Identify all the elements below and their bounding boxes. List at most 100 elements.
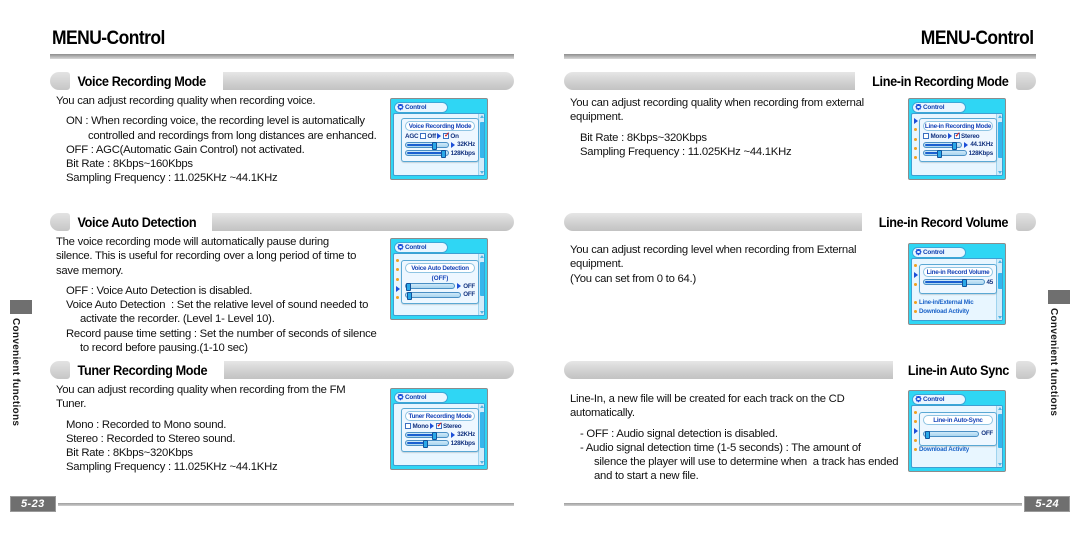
- checkbox-stereo[interactable]: [435, 422, 443, 429]
- lcd-control-tab: Control: [912, 246, 966, 258]
- menu-item-label[interactable]: Line-in/External Mic: [919, 299, 974, 306]
- bullet-icon: [914, 264, 917, 268]
- cursor-icon: [964, 141, 969, 148]
- sync-slider[interactable]: [923, 430, 980, 439]
- side-tab-convenient-functions: Convenient functions: [10, 300, 32, 426]
- chevron-down-icon[interactable]: [479, 311, 484, 314]
- checkbox-mono[interactable]: [923, 133, 929, 139]
- scroll-thumb[interactable]: [479, 122, 484, 158]
- lcd-screenshot-line-in-recording-mode: Control Line-in Recording Mode Mono ✓ St…: [908, 98, 1006, 180]
- bitrate-slider[interactable]: [923, 150, 967, 158]
- body-line: OFF : Voice Auto Detection is disabled.: [66, 284, 253, 297]
- pause-slider[interactable]: [405, 291, 462, 300]
- lcd-titlebar: Control: [911, 393, 1003, 405]
- sync-value: OFF: [981, 430, 993, 437]
- bitrate-slider-row[interactable]: 128Kbps: [923, 149, 994, 158]
- bitrate-slider[interactable]: [405, 440, 449, 448]
- chevron-down-icon[interactable]: [479, 171, 484, 174]
- sync-slider-row[interactable]: OFF: [923, 430, 993, 439]
- lcd-tab-label: Control: [405, 243, 427, 251]
- section-header-tuner-recording-mode: Tuner Recording Mode: [50, 361, 514, 379]
- checkbox-off[interactable]: [419, 133, 426, 139]
- gear-icon: [397, 394, 404, 401]
- scroll-thumb[interactable]: [997, 414, 1002, 448]
- cursor-icon: [396, 285, 400, 292]
- lcd-control-tab: Control: [394, 391, 448, 403]
- checkbox-mono[interactable]: [405, 423, 411, 429]
- mono-label: Mono: [412, 422, 429, 430]
- sampling-slider[interactable]: [923, 141, 963, 150]
- chevron-up-icon[interactable]: [997, 407, 1002, 410]
- sampling-slider-row[interactable]: 44.1KHz: [923, 141, 993, 150]
- section-bar: [212, 213, 514, 231]
- section-title: Voice Auto Detection: [77, 214, 197, 230]
- gear-icon: [915, 104, 922, 111]
- volume-slider[interactable]: [923, 279, 985, 287]
- lcd-control-tab: Control: [394, 241, 448, 253]
- agc-option-row[interactable]: AGC Off On: [405, 132, 475, 140]
- lcd-popup: Voice Recording Mode AGC Off On: [401, 118, 479, 162]
- bitrate-slider-row[interactable]: 128Kbps: [405, 149, 476, 158]
- section-body-voice-auto-detection: The voice recording mode will automatica…: [56, 235, 386, 355]
- bullet-icon: [914, 439, 917, 443]
- chevron-up-icon[interactable]: [997, 260, 1002, 263]
- sampling-slider-row[interactable]: 32KHz: [405, 431, 475, 440]
- body-line: activate the recorder. (Level 1- Level 1…: [80, 313, 275, 326]
- chevron-up-icon[interactable]: [479, 255, 484, 258]
- chevron-down-icon[interactable]: [997, 316, 1002, 319]
- lcd-body: Line-in/External Mic Download Activity L…: [911, 405, 1003, 468]
- cursor-icon: [451, 141, 456, 148]
- scroll-thumb[interactable]: [997, 273, 1002, 289]
- sampling-slider-row[interactable]: 32KHz: [405, 141, 475, 150]
- bullet-icon: [396, 268, 399, 272]
- scroll-thumb[interactable]: [479, 412, 484, 448]
- lcd-titlebar: Control: [911, 246, 1003, 258]
- mono-label: Mono: [930, 132, 947, 140]
- section-title: Line-in Auto Sync: [907, 362, 1009, 378]
- chevron-up-icon[interactable]: [479, 405, 484, 408]
- section-cap-icon: [1016, 213, 1036, 231]
- bitrate-value: 128Kbps: [450, 149, 476, 157]
- body-line: and to start a new file.: [594, 470, 699, 483]
- pause-slider-row[interactable]: OFF: [405, 291, 475, 300]
- section-body-line-in-record-volume: You can adjust recording level when reco…: [570, 243, 920, 286]
- bitrate-slider-row[interactable]: 128Kbps: [405, 440, 475, 448]
- sampling-slider[interactable]: [405, 431, 450, 440]
- channel-option-row[interactable]: Mono Stereo: [405, 422, 475, 430]
- menu-item-label[interactable]: Download Activity: [919, 308, 969, 315]
- body-line: Bit Rate : 8Kbps~160Kbps: [66, 158, 193, 171]
- intro-text: You can adjust recording quality when re…: [56, 95, 316, 107]
- checkbox-on[interactable]: [442, 132, 450, 139]
- volume-slider-row[interactable]: 45: [923, 279, 993, 287]
- level-slider[interactable]: [405, 283, 456, 291]
- body-line: OFF : AGC(Automatic Gain Control) not ac…: [66, 143, 305, 156]
- footer-left: 5-23: [10, 496, 514, 512]
- section-cap-icon: [50, 361, 70, 379]
- body-line: Bit Rate : 8Kbps~320Kbps: [66, 447, 193, 460]
- sampling-slider[interactable]: [405, 141, 450, 150]
- chevron-up-icon[interactable]: [997, 115, 1002, 118]
- bitrate-value: 128Kbps: [968, 149, 994, 157]
- bitrate-slider[interactable]: [405, 150, 449, 158]
- scroll-thumb[interactable]: [479, 262, 484, 296]
- chevron-down-icon[interactable]: [479, 461, 484, 464]
- title-rule: [564, 54, 1036, 59]
- scroll-thumb[interactable]: [997, 122, 1002, 158]
- bullet-icon: [914, 301, 917, 305]
- lcd-titlebar: Control: [911, 101, 1003, 113]
- bullet-icon: [396, 296, 399, 300]
- lcd-body: Tuner Recording Mode Mono Stereo: [393, 403, 485, 466]
- side-tab-cap: [10, 300, 32, 314]
- checkbox-stereo[interactable]: [953, 132, 961, 139]
- chevron-up-icon[interactable]: [479, 115, 484, 118]
- page-title: MENU-Control: [52, 28, 165, 49]
- chevron-down-icon[interactable]: [997, 171, 1002, 174]
- channel-option-row[interactable]: Mono Stereo: [923, 132, 993, 140]
- footer-right: 5-24: [564, 496, 1070, 512]
- lcd-tab-label: Control: [405, 103, 427, 111]
- body-line: Voice Auto Detection : Set the relative …: [66, 299, 369, 312]
- chevron-down-icon[interactable]: [997, 463, 1002, 466]
- menu-item-label[interactable]: Download Activity: [919, 446, 969, 453]
- bullet-icon: [914, 156, 917, 160]
- level-slider-row[interactable]: OFF: [405, 283, 475, 291]
